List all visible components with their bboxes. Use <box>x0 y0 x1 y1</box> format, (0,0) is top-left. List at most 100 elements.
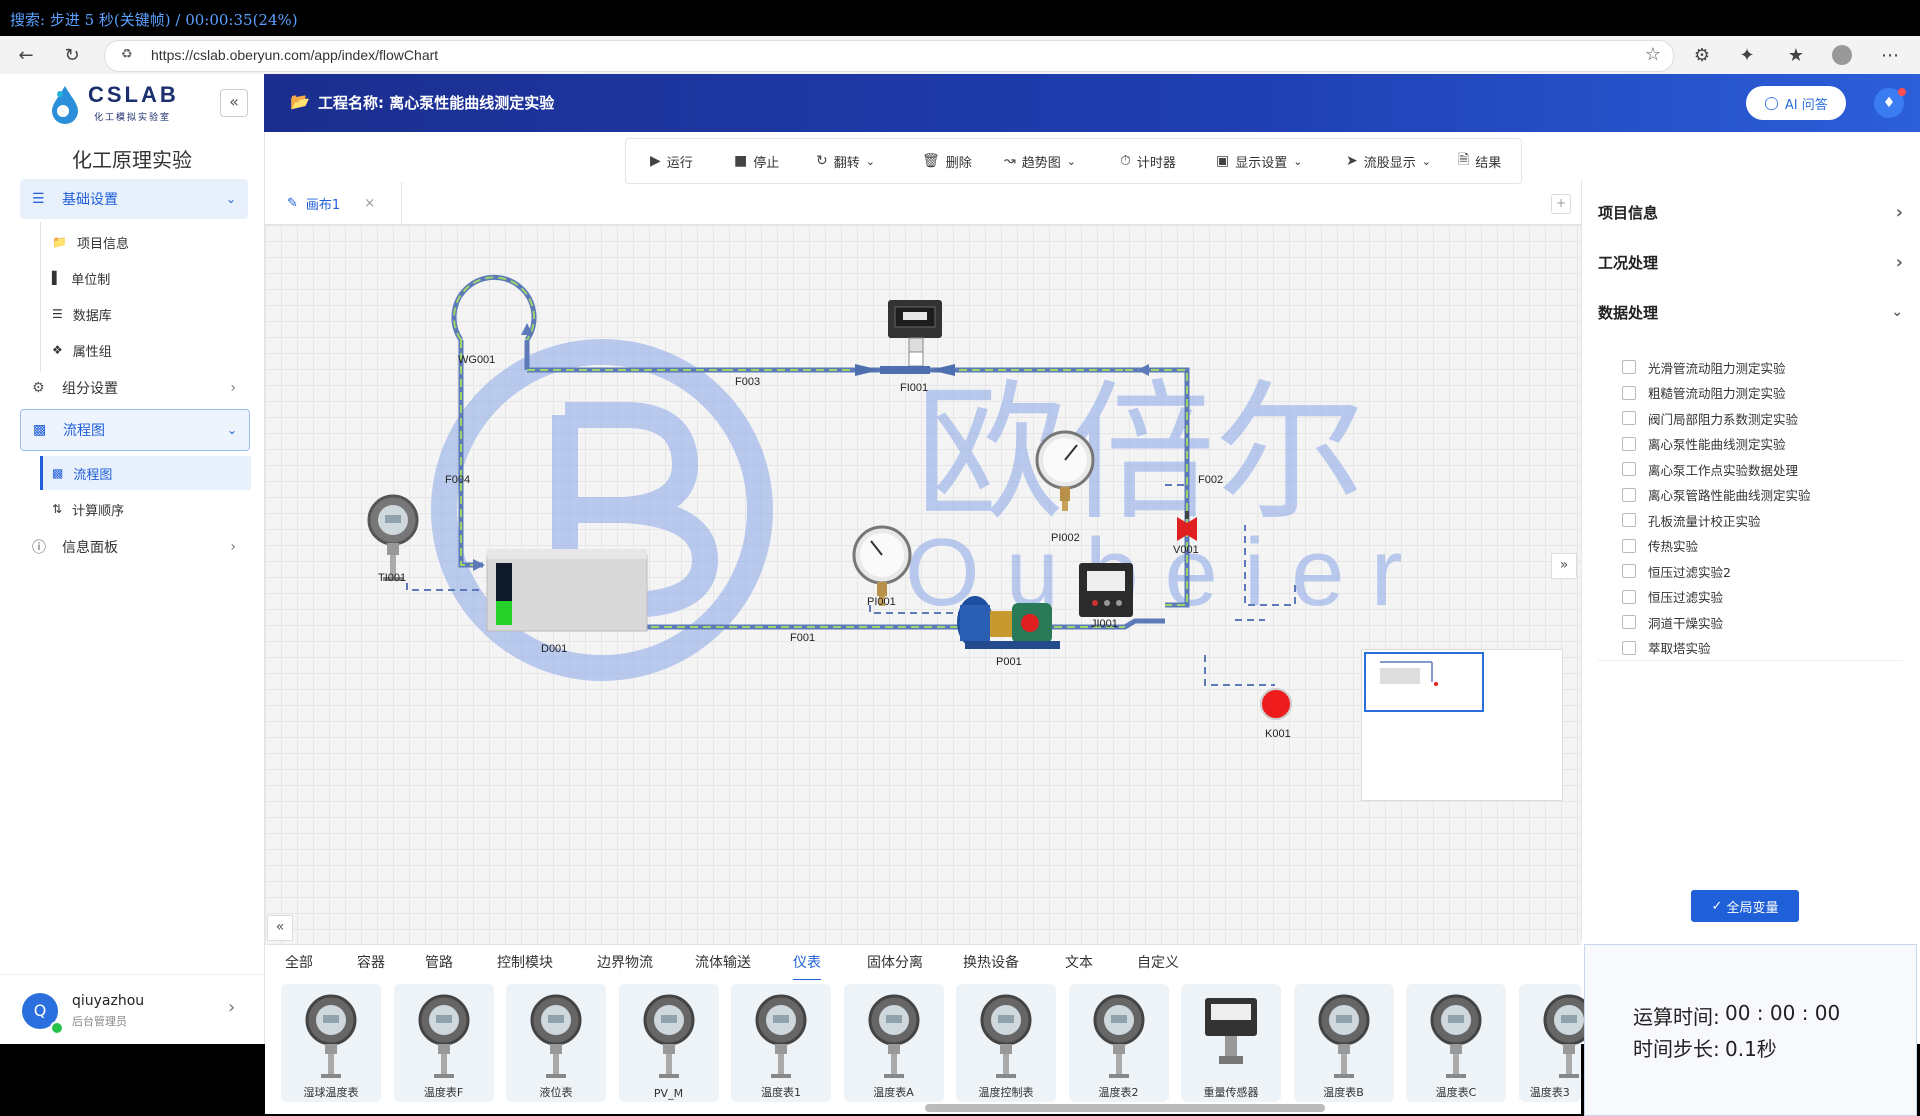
experiment-checkbox-row[interactable]: 传热实验 <box>1622 534 1698 558</box>
section-data-processing[interactable]: 数据处理 ⌄ <box>1598 288 1903 336</box>
stream-display-button[interactable]: ➤ 流股显示 ⌄ <box>1346 139 1431 183</box>
sidebar-group-flowchart[interactable]: ▩ 流程图 ⌄ <box>20 409 250 451</box>
palette-tab[interactable]: 文本 <box>1065 945 1093 981</box>
favorites-icon[interactable]: ★ <box>1782 41 1810 69</box>
logo-text: CSLAB <box>88 82 179 107</box>
checkbox[interactable] <box>1622 538 1636 553</box>
checkbox[interactable] <box>1622 640 1636 655</box>
user-card[interactable]: Q qiuyazhou 后台管理员 › <box>0 974 264 1045</box>
sidebar-group-basic-settings[interactable]: ☰ 基础设置 ⌄ <box>20 179 248 219</box>
display-settings-button[interactable]: ▣ 显示设置 ⌄ <box>1216 139 1302 183</box>
sidebar-item-calc-order[interactable]: ⇅ 计算顺序 <box>52 492 124 526</box>
palette-scrollbar[interactable] <box>925 1104 1325 1112</box>
puzzle-icon[interactable]: ✦ <box>1733 41 1761 69</box>
palette-tab[interactable]: 边界物流 <box>597 945 653 981</box>
flowchart-canvas[interactable]: 欧倍尔 Oubeier WG001 F003 FI001 F004 F002 P… <box>265 224 1581 945</box>
sidebar-item-database[interactable]: ☰ 数据库 <box>52 297 112 331</box>
palette-tab[interactable]: 仪表 <box>793 945 821 981</box>
checkbox[interactable] <box>1622 360 1636 374</box>
collapse-palette-button[interactable]: « <box>267 915 293 941</box>
palette-tab[interactable]: 自定义 <box>1137 945 1179 981</box>
checkbox[interactable] <box>1622 487 1636 502</box>
palette-tab[interactable]: 流体输送 <box>695 945 751 981</box>
more-icon[interactable]: ⋯ <box>1876 41 1904 69</box>
power-meter-JI001[interactable] <box>1079 563 1133 617</box>
minimap-viewport[interactable] <box>1364 652 1484 712</box>
sidebar-group-component-settings[interactable]: ⚙ 组分设置 › <box>20 368 248 408</box>
palette-item[interactable]: PV_M <box>618 984 719 1102</box>
delete-button[interactable]: 🗑 删除 <box>922 139 972 183</box>
tank-D001[interactable] <box>486 549 648 632</box>
palette-item[interactable]: 温度控制表 <box>956 984 1056 1102</box>
extension-icon[interactable]: ⚙ <box>1688 41 1716 69</box>
palette-item[interactable]: 温度表3 <box>1518 984 1594 1102</box>
experiment-checkbox-row[interactable]: 离心泵工作点实验数据处理 <box>1622 457 1798 481</box>
palette-tab[interactable]: 固体分离 <box>867 945 923 981</box>
sidebar-item-property-groups[interactable]: ❖ 属性组 <box>52 333 112 367</box>
checkbox[interactable] <box>1622 589 1636 604</box>
palette-item[interactable]: 温度表2 <box>1068 984 1169 1102</box>
checkbox[interactable] <box>1622 615 1636 629</box>
palette-tab[interactable]: 管路 <box>425 945 453 981</box>
experiment-checkbox-row[interactable]: 恒压过滤实验 <box>1622 585 1723 609</box>
run-button[interactable]: ▶ 运行 <box>650 139 693 183</box>
rotate-button[interactable]: ↻ 翻转 ⌄ <box>816 139 875 183</box>
sidebar-group-info-panel[interactable]: ⓘ 信息面板 › <box>20 527 248 567</box>
palette-item[interactable]: 湿球温度表 <box>281 984 381 1102</box>
experiment-checkbox-row[interactable]: 恒压过滤实验2 <box>1622 559 1731 583</box>
star-icon[interactable]: ☆ <box>1645 44 1661 65</box>
expand-right-panel-button[interactable]: » <box>1551 553 1577 579</box>
experiment-checkbox-row[interactable]: 孔板流量计校正实验 <box>1622 508 1761 532</box>
switch-K001[interactable] <box>1260 688 1292 720</box>
sidebar-item-flowchart[interactable]: ▩ 流程图 <box>52 456 112 490</box>
minimap[interactable] <box>1361 649 1563 801</box>
temperature-transmitter-TI001[interactable] <box>367 494 419 581</box>
sidebar-item-units[interactable]: ▌ 单位制 <box>52 261 110 295</box>
palette-item[interactable]: 重量传感器 <box>1181 984 1281 1102</box>
checkbox[interactable] <box>1622 462 1636 476</box>
address-bar[interactable]: ♻ https://cslab.oberyun.com/app/index/fl… <box>104 40 1674 72</box>
palette-item[interactable]: 温度表F <box>393 984 494 1102</box>
palette-tab[interactable]: 控制模块 <box>497 945 553 981</box>
checkbox[interactable] <box>1622 436 1636 451</box>
pressure-gauge-PI001[interactable] <box>852 525 912 606</box>
palette-tab[interactable]: 全部 <box>285 945 313 981</box>
experiment-checkbox-row[interactable]: 离心泵性能曲线测定实验 <box>1622 432 1786 456</box>
checkbox[interactable] <box>1622 411 1636 425</box>
stop-button[interactable]: ■ 停止 <box>734 139 779 183</box>
section-condition-processing[interactable]: 工况处理 › <box>1598 238 1903 286</box>
result-button[interactable]: 🗎 结果 <box>1458 139 1501 183</box>
flowmeter-FI001[interactable] <box>855 300 955 376</box>
experiment-checkbox-row[interactable]: 离心泵管路性能曲线测定实验 <box>1622 483 1811 507</box>
experiment-checkbox-row[interactable]: 萃取塔实验 <box>1622 636 1711 660</box>
palette-item[interactable]: 温度表1 <box>731 984 831 1102</box>
palette-item[interactable]: 温度表C <box>1406 984 1506 1102</box>
checkbox[interactable] <box>1622 564 1636 578</box>
close-icon[interactable]: × <box>364 196 375 211</box>
experiment-checkbox-row[interactable]: 光滑管流动阻力测定实验 <box>1622 355 1786 379</box>
experiment-checkbox-row[interactable]: 洞道干燥实验 <box>1622 610 1723 634</box>
experiment-checkbox-row[interactable]: 阀门局部阻力系数测定实验 <box>1622 406 1798 430</box>
ai-qa-button[interactable]: ◯ AI 问答 <box>1746 86 1846 120</box>
palette-item[interactable]: 温度表A <box>843 984 944 1102</box>
palette-tab[interactable]: 容器 <box>357 945 385 981</box>
palette-item[interactable]: 温度表B <box>1293 984 1394 1102</box>
experiment-checkbox-row[interactable]: 粗糙管流动阻力测定实验 <box>1622 381 1786 405</box>
timer-button[interactable]: ⏱ 计时器 <box>1120 139 1176 183</box>
trend-chart-button[interactable]: ↝ 趋势图 ⌄ <box>1004 139 1076 183</box>
global-variables-button[interactable]: ✓ 全局变量 <box>1691 890 1799 922</box>
site-info-icon[interactable]: ♻ <box>121 47 133 62</box>
palette-item[interactable]: 液位表 <box>506 984 606 1102</box>
reload-icon[interactable]: ↻ <box>58 41 86 69</box>
section-project-info[interactable]: 项目信息 › <box>1598 188 1903 236</box>
tab-canvas-1[interactable]: ✎ 画布1 × <box>265 182 402 224</box>
collapse-sidebar-button[interactable]: « <box>220 89 248 117</box>
sidebar-item-project-info[interactable]: 📁 项目信息 <box>52 225 129 259</box>
checkbox[interactable] <box>1622 513 1636 527</box>
chevron-down-icon: ⌄ <box>1891 304 1903 320</box>
add-tab-button[interactable]: + <box>1551 194 1571 214</box>
checkbox[interactable] <box>1622 385 1636 400</box>
palette-tab[interactable]: 换热设备 <box>963 945 1019 981</box>
back-icon[interactable]: ← <box>12 41 40 69</box>
profile-icon[interactable] <box>1828 41 1856 69</box>
